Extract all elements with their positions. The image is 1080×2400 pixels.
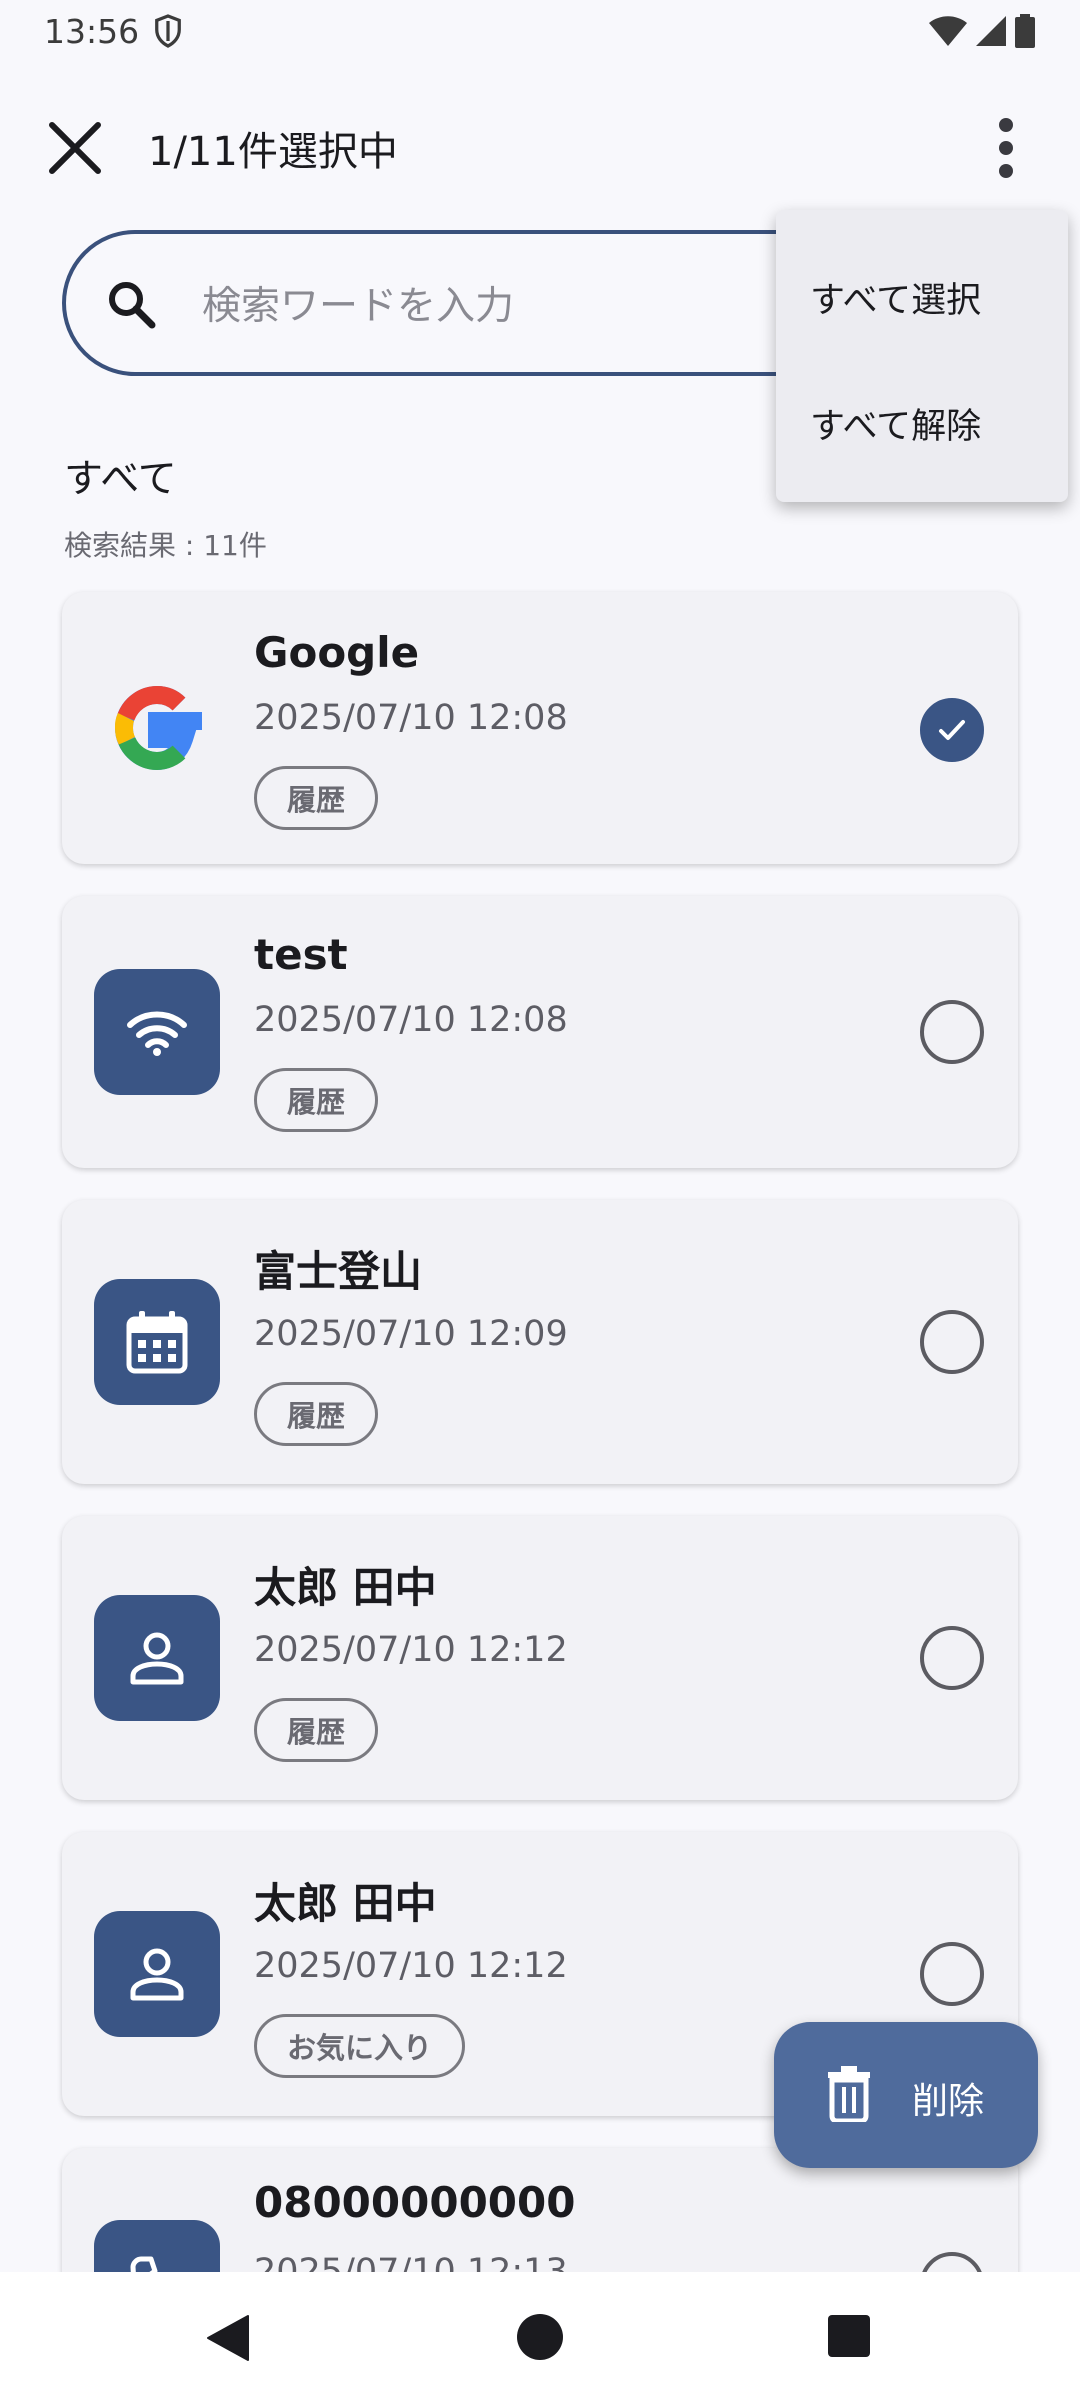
list-item[interactable]: test 2025/07/10 12:08 履歴: [62, 896, 1018, 1168]
trash-icon: [828, 2066, 870, 2122]
wifi-signal-icon: [929, 16, 967, 46]
item-date: 2025/07/10 12:08: [254, 1000, 568, 1040]
status-time: 13:56: [44, 11, 140, 51]
item-tag: 履歴: [254, 766, 379, 830]
more-options-icon[interactable]: [986, 117, 1026, 179]
google-logo-icon: [94, 665, 220, 791]
delete-button-label: 削除: [912, 2081, 985, 2122]
cell-signal-icon: [976, 16, 1006, 46]
item-checkbox[interactable]: [920, 1942, 984, 2006]
top-app-bar: 1/11件選択中: [0, 95, 1080, 205]
calendar-icon: [94, 1279, 220, 1405]
person-icon: [94, 1911, 220, 2037]
overflow-menu: すべて選択 すべて解除: [776, 210, 1068, 502]
result-count: 検索結果 : 11件: [64, 529, 267, 562]
system-nav-bar: [0, 2272, 1080, 2400]
item-title: Google: [254, 628, 420, 677]
item-tag: 履歴: [254, 1068, 379, 1132]
menu-item-select-all[interactable]: すべて選択: [810, 272, 981, 323]
person-icon: [94, 1595, 220, 1721]
item-title: test: [254, 930, 348, 979]
item-date: 2025/07/10 12:08: [254, 698, 568, 738]
item-checkbox[interactable]: [920, 1626, 984, 1690]
item-checkbox[interactable]: [920, 1310, 984, 1374]
item-date: 2025/07/10 12:09: [254, 1314, 568, 1354]
item-date: 2025/07/10 12:12: [254, 1630, 568, 1670]
item-date: 2025/07/10 12:12: [254, 1946, 568, 1986]
search-input[interactable]: [202, 276, 842, 336]
back-icon[interactable]: [206, 2314, 250, 2362]
selection-count-title: 1/11件選択中: [148, 129, 398, 175]
list-item[interactable]: 太郎 田中 2025/07/10 12:12 履歴: [62, 1516, 1018, 1800]
section-title: すべて: [64, 457, 177, 502]
close-icon[interactable]: [44, 117, 106, 179]
recent-apps-icon[interactable]: [828, 2315, 870, 2357]
shield-icon: [155, 14, 181, 48]
status-bar: 13:56: [0, 0, 1080, 62]
menu-item-deselect-all[interactable]: すべて解除: [810, 398, 981, 449]
item-title: 08000000000: [254, 2178, 576, 2227]
battery-icon: [1015, 14, 1035, 48]
item-title: 富士登山: [254, 1247, 423, 1296]
search-icon: [109, 282, 156, 329]
item-title: 太郎 田中: [254, 1879, 437, 1928]
delete-button[interactable]: 削除: [774, 2022, 1038, 2168]
check-icon: [939, 720, 965, 740]
list-item[interactable]: Google 2025/07/10 12:08 履歴: [62, 592, 1018, 864]
item-tag: 履歴: [254, 1382, 379, 1446]
item-checkbox-checked[interactable]: [920, 698, 984, 762]
item-tag: お気に入り: [254, 2014, 466, 2078]
list-item[interactable]: 富士登山 2025/07/10 12:09 履歴: [62, 1200, 1018, 1484]
home-icon[interactable]: [517, 2314, 563, 2360]
item-tag: 履歴: [254, 1698, 379, 1762]
wifi-icon: [94, 969, 220, 1095]
item-checkbox[interactable]: [920, 1000, 984, 1064]
status-icons: [928, 14, 1036, 48]
item-title: 太郎 田中: [254, 1563, 437, 1612]
